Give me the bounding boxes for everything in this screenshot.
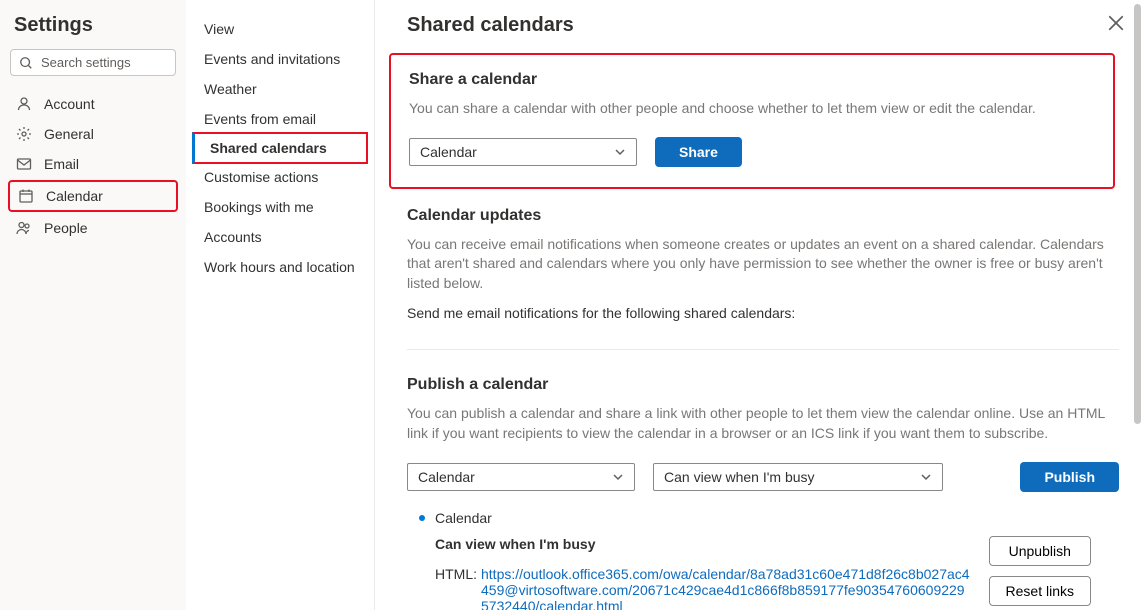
sub-customise-actions[interactable]: Customise actions <box>186 162 374 192</box>
sub-bookings[interactable]: Bookings with me <box>186 192 374 222</box>
reset-links-button[interactable]: Reset links <box>989 576 1091 606</box>
dropdown-value: Calendar <box>418 469 475 485</box>
publish-button[interactable]: Publish <box>1020 462 1119 492</box>
chevron-down-icon <box>612 471 624 483</box>
mail-icon <box>16 156 32 172</box>
calendar-icon <box>18 188 34 204</box>
settings-sidebar: Settings Search settings Account General… <box>0 0 186 610</box>
nav-people[interactable]: People <box>8 214 178 242</box>
nav-label: Email <box>44 156 79 172</box>
nav-account[interactable]: Account <box>8 90 178 118</box>
bullet-icon <box>419 515 425 521</box>
share-title: Share a calendar <box>409 71 1095 89</box>
search-icon <box>19 56 33 70</box>
search-placeholder: Search settings <box>41 55 131 70</box>
search-settings-input[interactable]: Search settings <box>10 49 176 76</box>
nav-general[interactable]: General <box>8 120 178 148</box>
nav-label: Account <box>44 96 95 112</box>
sub-events-invitations[interactable]: Events and invitations <box>186 44 374 74</box>
publish-calendar-section: Publish a calendar You can publish a cal… <box>407 376 1119 610</box>
updates-prompt: Send me email notifications for the foll… <box>407 305 1119 321</box>
publish-permission-dropdown[interactable]: Can view when I'm busy <box>653 463 943 491</box>
divider <box>407 349 1119 350</box>
published-calendar-item: Calendar Can view when I'm busy Unpublis… <box>407 510 1119 610</box>
sub-work-hours[interactable]: Work hours and location <box>186 252 374 282</box>
sub-view[interactable]: View <box>186 14 374 44</box>
sub-events-from-email[interactable]: Events from email <box>186 104 374 134</box>
person-icon <box>16 96 32 112</box>
publish-title: Publish a calendar <box>407 376 1119 394</box>
scrollbar[interactable] <box>1131 2 1141 608</box>
scrollbar-thumb[interactable] <box>1134 4 1141 424</box>
people-icon <box>16 220 32 236</box>
share-desc: You can share a calendar with other peop… <box>409 99 1095 119</box>
calendar-subsidebar: View Events and invitations Weather Even… <box>186 0 375 610</box>
calendar-updates-section: Calendar updates You can receive email n… <box>407 207 1119 322</box>
close-icon <box>1107 14 1125 32</box>
updates-desc: You can receive email notifications when… <box>407 235 1119 294</box>
nav-email[interactable]: Email <box>8 150 178 178</box>
settings-title: Settings <box>8 10 178 49</box>
gear-icon <box>16 126 32 142</box>
nav-label: Calendar <box>46 188 103 204</box>
share-calendar-section: Share a calendar You can share a calenda… <box>389 53 1115 189</box>
nav-label: People <box>44 220 88 236</box>
sub-weather[interactable]: Weather <box>186 74 374 104</box>
updates-title: Calendar updates <box>407 207 1119 225</box>
share-button[interactable]: Share <box>655 137 742 167</box>
chevron-down-icon <box>614 146 626 158</box>
publish-desc: You can publish a calendar and share a l… <box>407 404 1119 443</box>
dropdown-value: Can view when I'm busy <box>664 469 815 485</box>
share-calendar-dropdown[interactable]: Calendar <box>409 138 637 166</box>
page-title: Shared calendars <box>407 14 1119 37</box>
main-panel: Shared calendars Share a calendar You ca… <box>375 0 1143 610</box>
nav-calendar[interactable]: Calendar <box>8 180 178 212</box>
close-button[interactable] <box>1107 14 1125 35</box>
html-label: HTML: <box>435 566 481 610</box>
nav-label: General <box>44 126 94 142</box>
publish-calendar-dropdown[interactable]: Calendar <box>407 463 635 491</box>
sub-accounts[interactable]: Accounts <box>186 222 374 252</box>
sub-shared-calendars[interactable]: Shared calendars <box>192 132 368 164</box>
dropdown-value: Calendar <box>420 144 477 160</box>
unpublish-button[interactable]: Unpublish <box>989 536 1091 566</box>
chevron-down-icon <box>920 471 932 483</box>
published-name: Calendar <box>435 510 492 526</box>
html-link[interactable]: https://outlook.office365.com/owa/calend… <box>481 566 971 610</box>
